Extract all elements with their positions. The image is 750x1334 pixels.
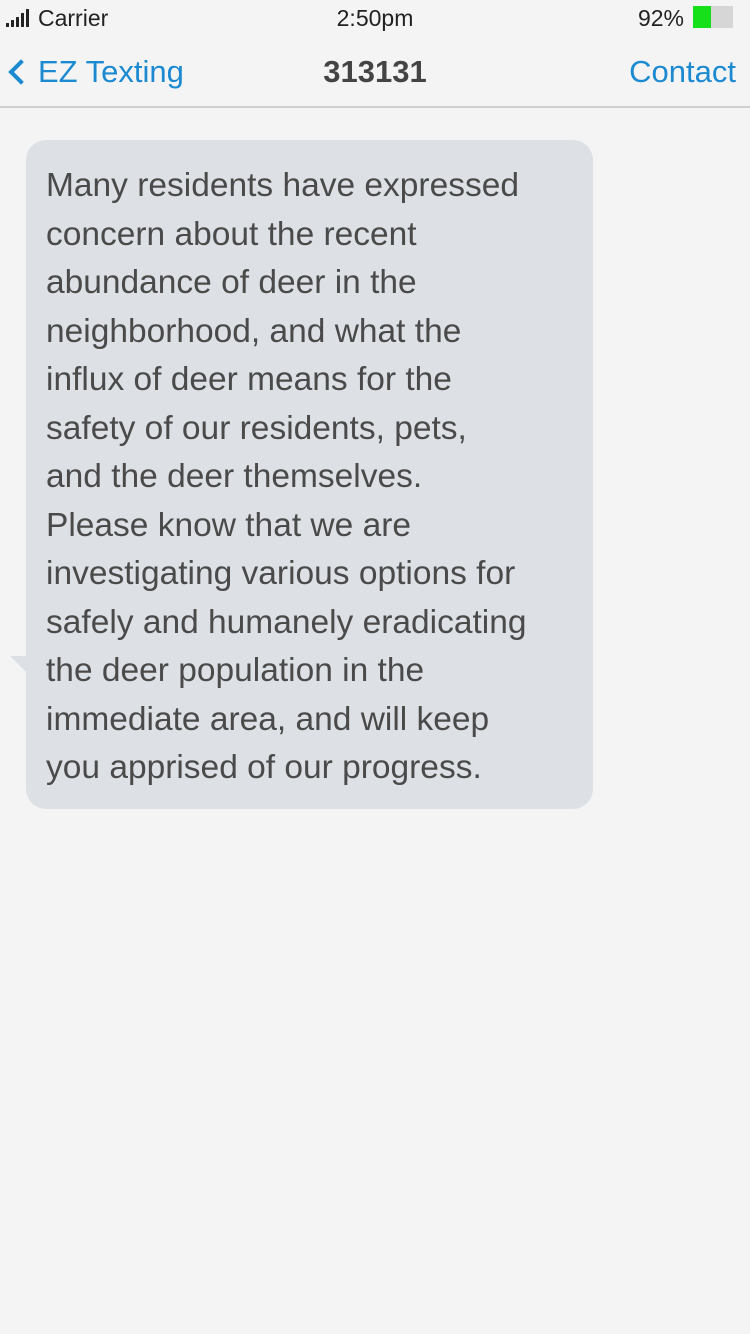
messages-screen: Carrier 2:50pm 92% EZ Texting 313131 Con… xyxy=(0,0,750,1334)
navigation-bar: EZ Texting 313131 Contact xyxy=(0,36,750,108)
message-thread[interactable]: Many residents have expressed concern ab… xyxy=(0,108,750,1334)
battery-icon xyxy=(693,6,733,28)
contact-button[interactable]: Contact xyxy=(629,50,736,94)
battery-fill xyxy=(693,6,712,28)
incoming-message-bubble[interactable]: Many residents have expressed concern ab… xyxy=(26,140,593,809)
status-bar: Carrier 2:50pm 92% xyxy=(0,0,750,36)
message-text: Many residents have expressed concern ab… xyxy=(46,167,527,786)
battery-percent: 92% xyxy=(637,5,684,31)
